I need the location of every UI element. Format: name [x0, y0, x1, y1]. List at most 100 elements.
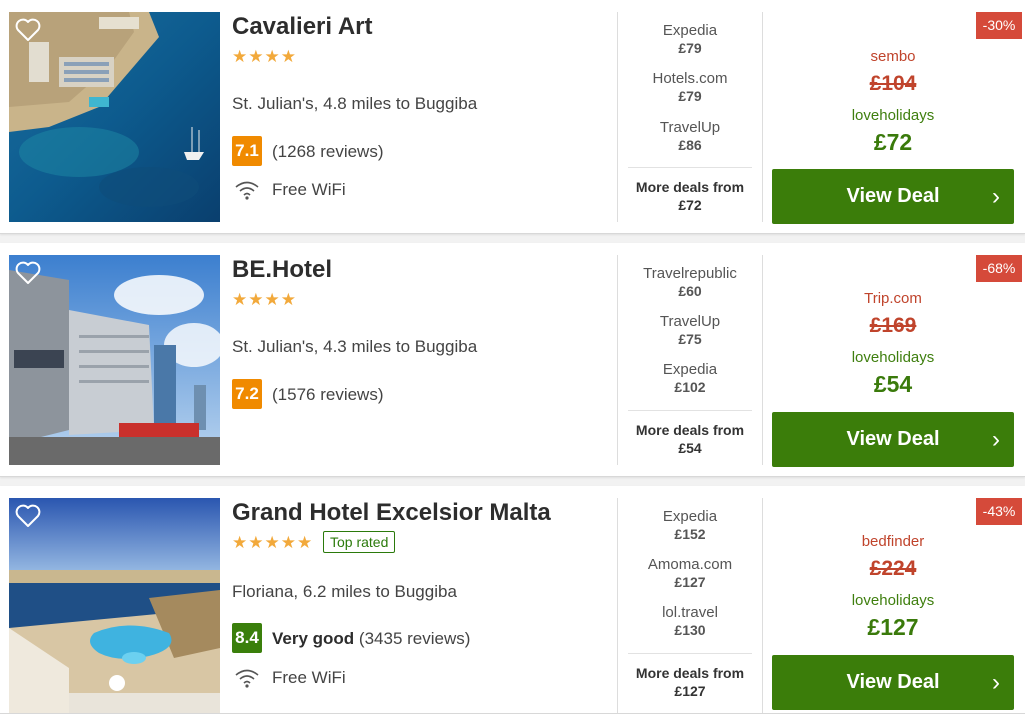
star-rating: ★★★★ — [232, 47, 297, 66]
original-price-provider: sembo — [870, 48, 916, 65]
deal-price: £79 — [678, 40, 702, 56]
discount-badge: -68% — [976, 255, 1022, 282]
chevron-right-icon: › — [992, 183, 1000, 210]
amenity-label: Free WiFi — [272, 180, 346, 199]
more-deals-link[interactable]: More deals from £72 — [628, 167, 752, 214]
rating-score-badge: 7.1 — [232, 136, 262, 166]
view-deal-label: View Deal — [846, 185, 940, 207]
discount-badge: -30% — [976, 12, 1022, 39]
hotel-photo-image — [9, 255, 220, 465]
star-rating: ★★★★★ — [232, 533, 314, 552]
divider — [617, 255, 618, 465]
hotel-name[interactable]: Cavalieri Art — [232, 13, 373, 41]
deal-price: £75 — [678, 331, 702, 347]
deal-row[interactable]: Expedia £79 — [628, 22, 752, 56]
view-deal-label: View Deal — [846, 671, 940, 693]
original-price-provider: Trip.com — [864, 290, 922, 307]
more-deals-price: £72 — [678, 197, 702, 213]
divider — [617, 498, 618, 713]
hotel-location: St. Julian's, 4.3 miles to Buggiba — [232, 337, 478, 356]
deal-price: £127 — [674, 574, 706, 590]
original-price-provider: bedfinder — [861, 533, 925, 550]
review-count[interactable]: (1268 reviews) — [272, 142, 384, 162]
deal-row[interactable]: TravelUp £75 — [628, 313, 752, 347]
hotel-card: BE.Hotel ★★★★ St. Julian's, 4.3 miles to… — [0, 243, 1025, 477]
wifi-icon — [235, 181, 259, 200]
best-deal-price: £54 — [873, 371, 913, 397]
view-deal-button[interactable]: View Deal › — [772, 412, 1014, 467]
deal-provider: lol.travel — [662, 604, 718, 621]
wifi-icon — [235, 669, 259, 688]
hotel-name[interactable]: Grand Hotel Excelsior Malta — [232, 499, 551, 527]
deal-provider: TravelUp — [659, 313, 721, 330]
best-deal-price: £72 — [873, 129, 913, 155]
deal-row[interactable]: Expedia £102 — [628, 361, 752, 395]
divider — [762, 498, 763, 713]
hotel-photo[interactable] — [9, 12, 220, 222]
deal-provider: Hotels.com — [652, 70, 728, 87]
rating-label: Very good — [272, 629, 355, 648]
view-deal-button[interactable]: View Deal › — [772, 655, 1014, 710]
deal-row[interactable]: Amoma.com £127 — [628, 556, 752, 590]
view-deal-button[interactable]: View Deal › — [772, 169, 1014, 224]
deal-price: £152 — [674, 526, 706, 542]
hotel-photo[interactable] — [9, 498, 220, 713]
deal-price: £102 — [674, 379, 706, 395]
heart-icon[interactable] — [15, 18, 41, 42]
hotel-card: Grand Hotel Excelsior Malta ★★★★★ Top ra… — [0, 486, 1025, 714]
divider — [617, 12, 618, 222]
review-count[interactable]: (1576 reviews) — [272, 385, 384, 405]
heart-icon[interactable] — [15, 504, 41, 528]
more-deals-link[interactable]: More deals from £127 — [628, 653, 752, 700]
deal-price: £130 — [674, 622, 706, 638]
hotel-card: Cavalieri Art ★★★★ St. Julian's, 4.8 mil… — [0, 0, 1025, 234]
more-deals-price: £54 — [678, 440, 702, 456]
hotel-photo[interactable] — [9, 255, 220, 465]
deal-row[interactable]: Travelrepublic £60 — [628, 265, 752, 299]
top-rated-badge: Top rated — [323, 531, 396, 553]
chevron-right-icon: › — [992, 426, 1000, 453]
deal-provider: TravelUp — [659, 119, 721, 136]
deal-row[interactable]: lol.travel £130 — [628, 604, 752, 638]
deal-row[interactable]: Expedia £152 — [628, 508, 752, 542]
original-price: £104 — [869, 72, 917, 95]
hotel-location: St. Julian's, 4.8 miles to Buggiba — [232, 94, 478, 113]
hotel-photo-image — [9, 498, 220, 713]
review-summary[interactable]: Very good (3435 reviews) — [272, 629, 470, 649]
divider — [762, 12, 763, 222]
divider — [762, 255, 763, 465]
amenity-label: Free WiFi — [272, 668, 346, 687]
deal-row[interactable]: Hotels.com £79 — [628, 70, 752, 104]
best-deal-provider: loveholidays — [851, 592, 935, 609]
deal-price: £60 — [678, 283, 702, 299]
star-rating: ★★★★ — [232, 290, 297, 309]
more-deals-price: £127 — [674, 683, 706, 699]
deal-provider: Expedia — [662, 361, 718, 378]
hotel-photo-image — [9, 12, 220, 222]
deal-provider: Amoma.com — [647, 556, 733, 573]
heart-icon[interactable] — [15, 261, 41, 285]
hotel-location: Floriana, 6.2 miles to Buggiba — [232, 582, 457, 601]
deal-provider: Travelrepublic — [643, 265, 737, 282]
deal-provider: Expedia — [662, 22, 718, 39]
more-deals-label: More deals from — [635, 179, 745, 195]
original-price: £224 — [869, 557, 917, 580]
hotel-name[interactable]: BE.Hotel — [232, 256, 332, 284]
best-deal-provider: loveholidays — [851, 349, 935, 366]
view-deal-label: View Deal — [846, 428, 940, 450]
best-deal-provider: loveholidays — [851, 107, 935, 124]
original-price: £169 — [869, 314, 917, 337]
deal-provider: Expedia — [662, 508, 718, 525]
rating-score-badge: 8.4 — [232, 623, 262, 653]
more-deals-label: More deals from — [635, 665, 745, 681]
review-count: (3435 reviews) — [358, 629, 471, 648]
discount-badge: -43% — [976, 498, 1022, 525]
deal-price: £79 — [678, 88, 702, 104]
rating-score-badge: 7.2 — [232, 379, 262, 409]
deal-row[interactable]: TravelUp £86 — [628, 119, 752, 153]
chevron-right-icon: › — [992, 669, 1000, 696]
deal-price: £86 — [678, 137, 702, 153]
more-deals-link[interactable]: More deals from £54 — [628, 410, 752, 457]
best-deal-price: £127 — [867, 614, 919, 640]
more-deals-label: More deals from — [635, 422, 745, 438]
